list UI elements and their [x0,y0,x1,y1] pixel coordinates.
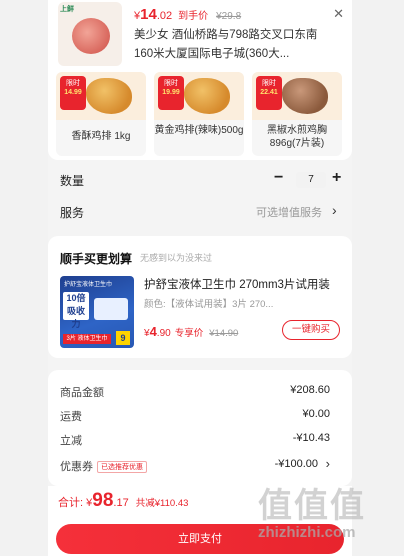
product-card: 上鲜 ¥14.02 到手价 ¥29.8 ✕ 美少女 酒仙桥路与798路交叉口东南16… [48,0,352,160]
rec-badge: 限时 19.99 [158,76,184,110]
pad-number: 9 [116,331,130,345]
discount-row: 立减 -¥10.43 [60,432,330,448]
coupon-value: -¥100.00 [274,458,318,470]
original-price: ¥14.90 [209,328,239,339]
shipping-value: ¥0.00 [302,408,330,420]
addon-spec[interactable]: 颜色:【液体试用装】3片 270... [144,296,273,310]
price-summary: 商品金额 ¥208.60 运费 ¥0.00 立减 -¥10.43 优惠券 已选推荐… [48,370,352,486]
original-price: ¥29.8 [216,11,242,22]
pad-headline: 10倍吸收力 [63,292,89,329]
rec-item[interactable]: 限时 14.99 香酥鸡排 1kg [56,72,146,156]
pad-footer: 3片 液体卫生巾 [63,334,111,344]
service-label: 服务 [60,206,85,220]
total-label: 合计: [58,497,84,509]
shop-tag: 上鲜 [60,6,74,13]
rec-badge: 限时 22.41 [256,76,282,110]
addon-thumbnail[interactable]: 护舒宝液体卫生巾 10倍吸收力 3片 液体卫生巾 9 [60,276,134,348]
meat-image [72,18,110,54]
rec-item[interactable]: 限时 19.99 黄金鸡排(辣味)500g [154,72,244,156]
rec-name: 黄金鸡排(辣味)500g [154,125,244,136]
product-price: ¥14.02 到手价 ¥29.8 [134,6,241,23]
price-integer: 14 [140,6,157,23]
rec-item[interactable]: 限时 22.41 黑椒水煎鸡胸896g(7片装) [252,72,342,156]
total-decimal: .17 [113,497,129,509]
total-savings: 共减¥110.43 [135,498,189,509]
order-page: 上鲜 ¥14.02 到手价 ¥29.8 ✕ 美少女 酒仙桥路与798路交叉口东南16… [48,0,352,556]
recommendation-row: 限时 14.99 香酥鸡排 1kg 限时 19.99 黄金鸡排(辣味)500g 限时… [56,72,352,156]
service-value: 可选增值服务 [256,207,322,219]
food-image [282,78,328,114]
shipping-row: 运费 ¥0.00 [60,408,330,424]
goods-value: ¥208.60 [290,384,330,396]
service-row[interactable]: 服务 可选增值服务 › [60,202,342,221]
close-icon[interactable]: ✕ [333,6,344,22]
addon-name[interactable]: 护舒宝液体卫生巾 270mm3片试用装 [144,276,340,292]
addon-title: 顺手买更划算 [60,252,133,266]
food-image [86,78,132,114]
chevron-right-icon: › [332,202,337,218]
addon-price: ¥4.90 专享价 ¥14.90 [144,324,238,339]
product-thumbnail: 上鲜 [58,2,122,66]
pad-strip-image [94,298,128,320]
quantity-minus-button[interactable]: − [274,169,283,187]
total-integer: 98 [92,490,114,511]
quantity-row: 数量 − 7 + [60,169,342,189]
price-decimal: .02 [156,10,173,22]
price-label: 专享价 [174,328,204,339]
one-click-buy-button[interactable]: 一键购买 [282,320,340,340]
discount-label: 立减 [60,435,82,447]
pad-brand: 护舒宝液体卫生巾 [64,282,113,288]
discount-value: -¥10.43 [292,432,330,444]
shipping-label: 运费 [60,411,82,423]
quantity-plus-button[interactable]: + [332,169,341,187]
quantity-label: 数量 [60,174,85,188]
rec-name: 黑椒水煎鸡胸896g(7片装) [267,125,327,149]
chevron-right-icon: › [325,456,330,471]
total-amount: 合计: ¥98.17 共减¥110.43 [58,490,188,512]
addon-card: 顺手买更划算 无感到以为没来过 护舒宝液体卫生巾 10倍吸收力 3片 液体卫生巾… [48,236,352,358]
coupon-label: 优惠券 [60,461,93,473]
delivery-address[interactable]: 美少女 酒仙桥路与798路交叉口东南160米大厦国际电子城(360大... [134,26,334,64]
price-decimal: .90 [156,328,171,339]
price-integer: 4 [149,324,157,339]
goods-amount-row: 商品金额 ¥208.60 [60,384,330,400]
rec-badge: 限时 14.99 [60,76,86,110]
goods-label: 商品金额 [60,387,104,399]
coupon-tag: 已选推荐优惠 [97,461,147,473]
food-image [184,78,230,114]
price-label: 到手价 [178,11,209,22]
checkout-bar: 合计: ¥98.17 共减¥110.43 立即支付 [48,486,352,556]
quantity-input[interactable]: 7 [296,172,326,188]
rec-name: 香酥鸡排 1kg [71,131,131,142]
pay-now-button[interactable]: 立即支付 [56,524,344,554]
coupon-row[interactable]: 优惠券 已选推荐优惠 -¥100.00 › [60,456,330,474]
addon-hint: 无感到以为没来过 [140,253,213,263]
